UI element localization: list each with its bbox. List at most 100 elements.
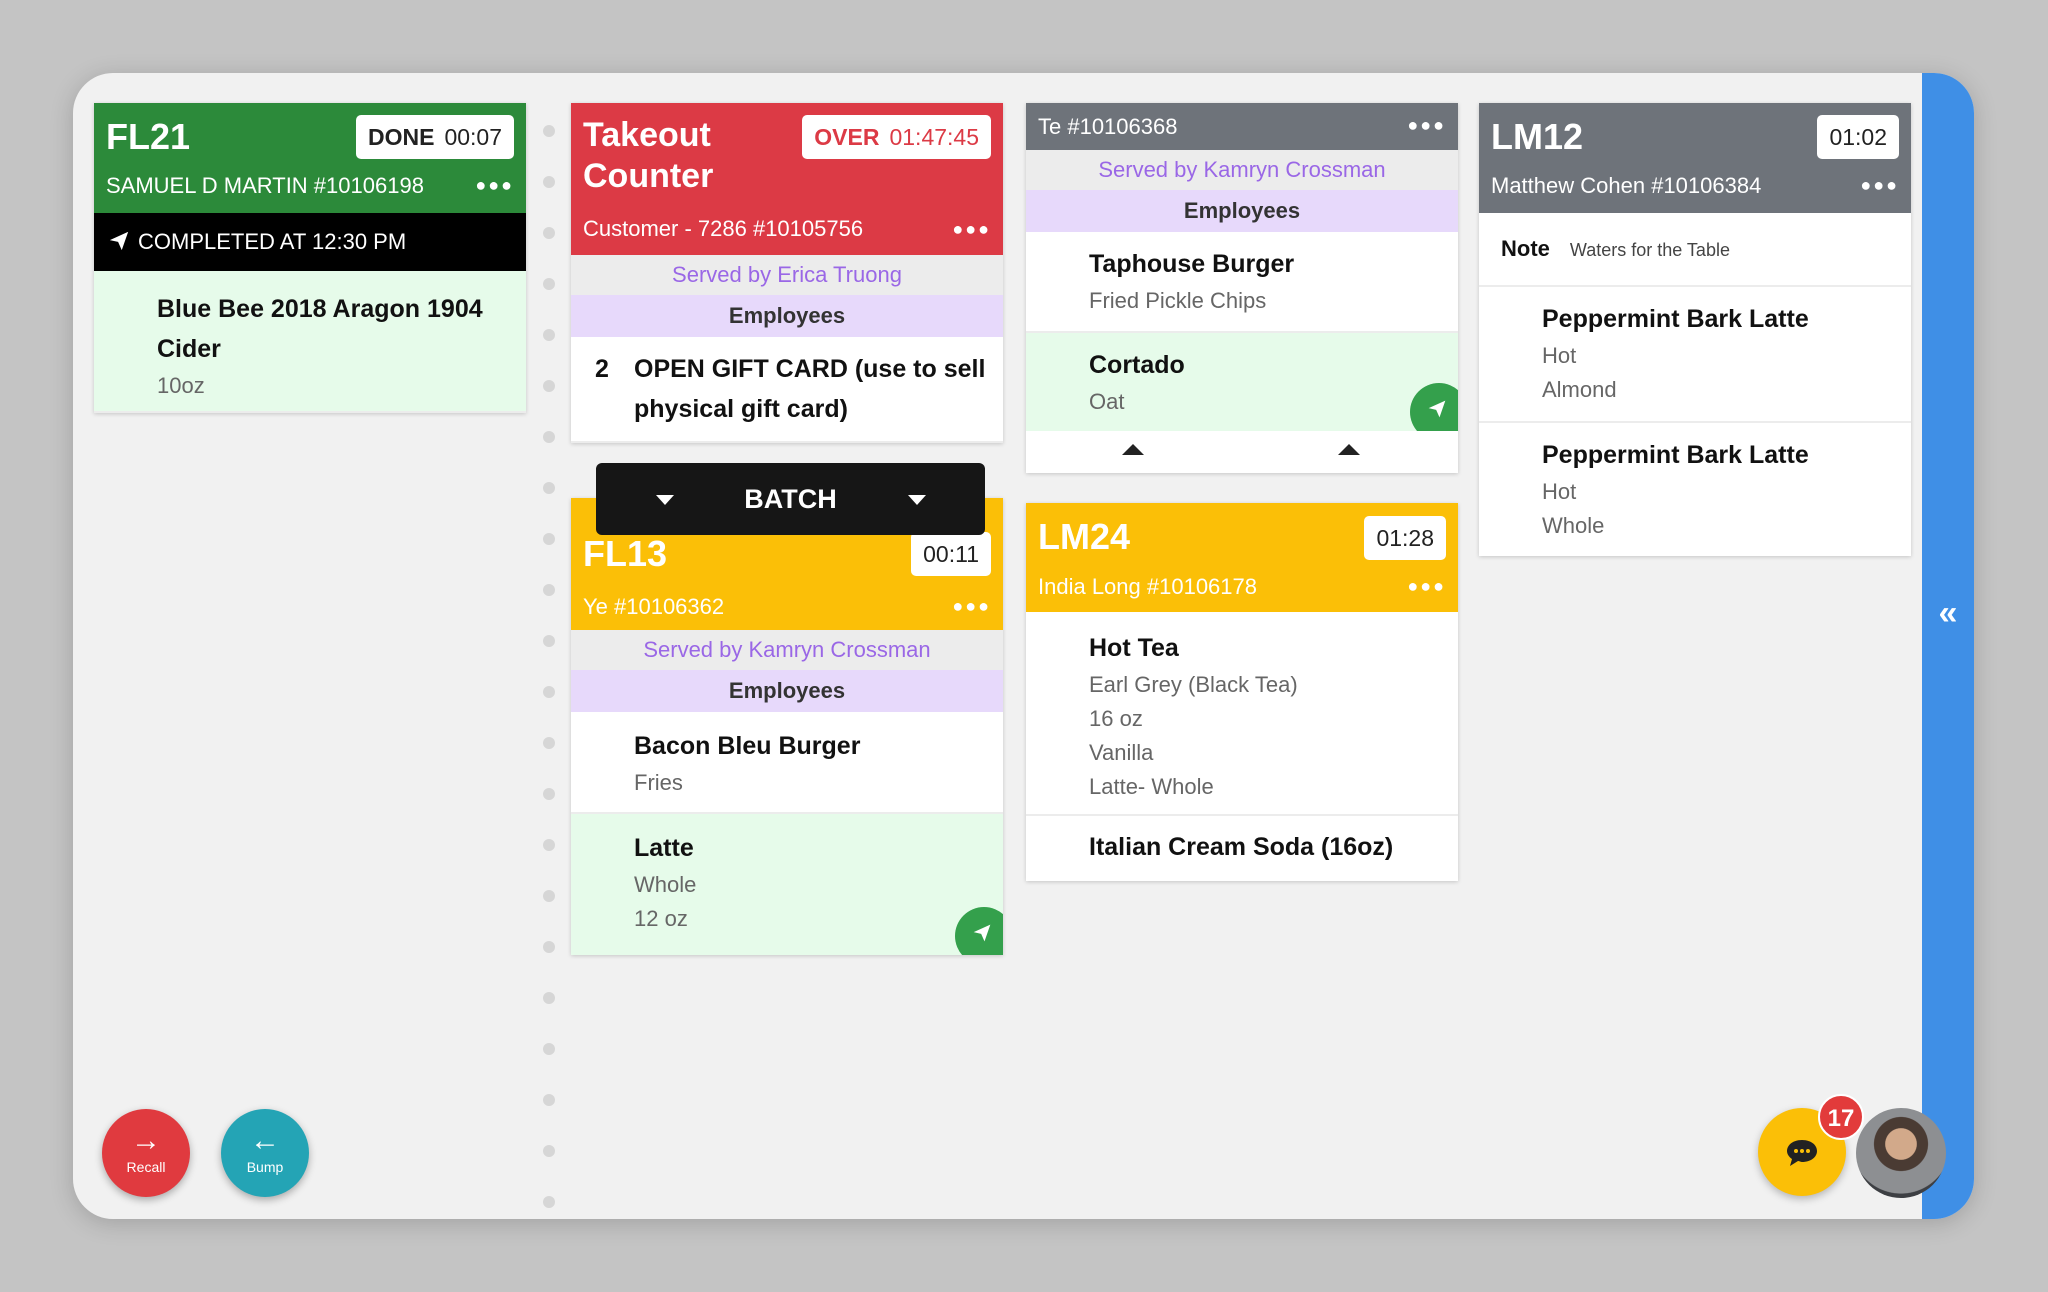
order-item[interactable]: Peppermint Bark Latte Hot Almond (1479, 287, 1911, 423)
timer-badge: 01:02 (1817, 115, 1899, 159)
order-header: Te #10106368 ●●● (1026, 103, 1458, 150)
item-modifier: Earl Grey (Black Tea) (1089, 672, 1298, 697)
item-name: Blue Bee 2018 Aragon 1904 Cider (157, 295, 483, 363)
order-code-line1: Takeout (583, 116, 711, 154)
customer-name: India Long #10106178 (1038, 574, 1257, 599)
kitchen-display: FL21 DONE 00:07 SAMUEL D MARTIN #10106198… (73, 73, 1974, 1219)
item-modifier: Almond (1542, 377, 1617, 402)
avatar[interactable] (1856, 1108, 1946, 1198)
completed-text: COMPLETED AT 12:30 PM (138, 229, 407, 254)
item-modifier: Whole (1542, 513, 1605, 538)
order-item[interactable]: Latte Whole 12 oz (571, 814, 1003, 955)
customer-name: Matthew Cohen #10106384 (1491, 173, 1762, 198)
item-name: Cortado (1089, 351, 1185, 379)
order-card-takeout-counter[interactable]: Takeout Counter OVER 01:47:45 Customer - … (571, 103, 1003, 443)
bump-button[interactable]: ← Bump (221, 1109, 309, 1197)
timer-value: 01:02 (1829, 124, 1887, 150)
order-card-fl21[interactable]: FL21 DONE 00:07 SAMUEL D MARTIN #10106198… (94, 103, 526, 413)
order-item[interactable]: Cortado Oat (1026, 333, 1458, 441)
status-label: OVER (814, 124, 880, 150)
recall-button[interactable]: → Recall (102, 1109, 190, 1197)
timer-value: 01:28 (1376, 525, 1434, 551)
more-dots-icon[interactable]: ●●● (952, 219, 991, 240)
served-by: Served by Erica Truong (571, 255, 1003, 295)
scroll-controls (1026, 431, 1458, 469)
group-header: Employees (1026, 190, 1458, 232)
order-header: LM12 01:02 Matthew Cohen #10106384 ●●● (1479, 103, 1911, 213)
arrow-right-icon: → (131, 1124, 161, 1157)
double-chevron-left-icon[interactable]: « (1922, 596, 1974, 630)
item-name: Bacon Bleu Burger (634, 732, 861, 760)
timer-badge: 01:28 (1364, 516, 1446, 560)
timer-value: 00:11 (923, 541, 979, 567)
item-modifier: 16 oz (1089, 706, 1143, 731)
timer-value: 00:07 (444, 124, 502, 150)
paper-plane-icon (109, 231, 129, 251)
chevron-up-icon[interactable] (1338, 444, 1360, 455)
order-item[interactable]: Blue Bee 2018 Aragon 1904 Cider 10oz (94, 271, 526, 413)
item-name: Hot Tea (1089, 634, 1179, 662)
more-dots-icon[interactable]: ●●● (952, 596, 991, 617)
note-text: Waters for the Table (1569, 240, 1730, 260)
arrow-left-icon: ← (250, 1124, 280, 1157)
notification-badge: 17 (1818, 1094, 1864, 1140)
column-divider (543, 125, 555, 1219)
order-code: FL13 (583, 533, 668, 574)
order-card-te[interactable]: Te #10106368 ●●● Served by Kamryn Crossm… (1026, 103, 1458, 473)
item-modifier: Whole (634, 872, 697, 897)
more-dots-icon[interactable]: ●●● (1407, 115, 1446, 136)
item-modifier: Vanilla (1089, 740, 1154, 765)
order-item[interactable]: Italian Cream Soda (16oz) (1026, 816, 1458, 880)
timer-badge: 00:11 (911, 532, 991, 576)
customer-name: Ye #10106362 (583, 594, 725, 619)
served-by: Served by Kamryn Crossman (571, 630, 1003, 670)
order-code: LM24 (1038, 516, 1131, 557)
item-quantity: 2 (595, 355, 609, 383)
group-header: Employees (571, 670, 1003, 712)
timer-badge: OVER 01:47:45 (802, 115, 991, 159)
more-dots-icon[interactable]: ●●● (1407, 576, 1446, 597)
order-header: Takeout Counter OVER 01:47:45 Customer - … (571, 103, 1003, 255)
side-rail: « (1922, 73, 1974, 1219)
timer-badge: DONE 00:07 (355, 115, 514, 159)
timer-value: 01:47:45 (889, 124, 979, 150)
order-code-line2: Counter (583, 156, 714, 195)
bump-label: Bump (246, 1159, 284, 1175)
item-modifier: 10oz (157, 373, 205, 398)
order-header: LM24 01:28 India Long #10106178 ●●● (1026, 503, 1458, 612)
group-header: Employees (571, 295, 1003, 337)
order-item[interactable]: Hot Tea Earl Grey (Black Tea) 16 oz Vani… (1026, 612, 1458, 816)
order-card-lm24[interactable]: LM24 01:28 India Long #10106178 ●●● Hot … (1026, 503, 1458, 881)
item-modifier: Latte- Whole (1089, 774, 1214, 799)
order-code: LM12 (1491, 116, 1584, 157)
more-dots-icon[interactable]: ●●● (1860, 175, 1899, 196)
served-by: Served by Kamryn Crossman (1026, 150, 1458, 190)
batch-button[interactable]: BATCH (596, 463, 985, 535)
chat-bubble-icon (1787, 1140, 1817, 1166)
status-label: DONE (367, 124, 435, 150)
order-item[interactable]: Taphouse Burger Fried Pickle Chips (1026, 232, 1458, 333)
completed-bar: COMPLETED AT 12:30 PM (94, 213, 526, 271)
item-name: Peppermint Bark Latte (1542, 305, 1809, 333)
item-modifier: 12 oz (634, 906, 688, 931)
order-item[interactable]: Peppermint Bark Latte Hot Whole (1479, 423, 1911, 556)
order-card-lm12[interactable]: LM12 01:02 Matthew Cohen #10106384 ●●● N… (1479, 103, 1911, 556)
order-code: Takeout Counter (583, 115, 713, 197)
chevron-up-icon[interactable] (1122, 444, 1144, 455)
order-item[interactable]: Bacon Bleu Burger Fries (571, 712, 1003, 814)
order-code: FL21 (106, 116, 191, 157)
order-card-fl13[interactable]: FL13 00:11 Ye #10106362 ●●● Served by Ka… (571, 498, 1003, 955)
customer-name: Customer - 7286 #10105756 (583, 216, 864, 241)
recall-label: Recall (126, 1159, 166, 1175)
order-item[interactable]: 2 OPEN GIFT CARD (use to sell physical g… (571, 337, 1003, 443)
chat-button[interactable]: 17 (1758, 1094, 1864, 1196)
item-modifier: Hot (1542, 479, 1577, 504)
customer-name: SAMUEL D MARTIN #10106198 (106, 173, 424, 198)
more-dots-icon[interactable]: ●●● (475, 175, 514, 196)
item-name: Italian Cream Soda (16oz) (1089, 833, 1394, 861)
item-modifier: Fried Pickle Chips (1089, 288, 1267, 313)
item-modifier: Fries (634, 770, 683, 795)
chevron-down-icon (908, 495, 926, 505)
item-name: Taphouse Burger (1089, 250, 1295, 278)
order-header: FL21 DONE 00:07 SAMUEL D MARTIN #10106198… (94, 103, 526, 213)
